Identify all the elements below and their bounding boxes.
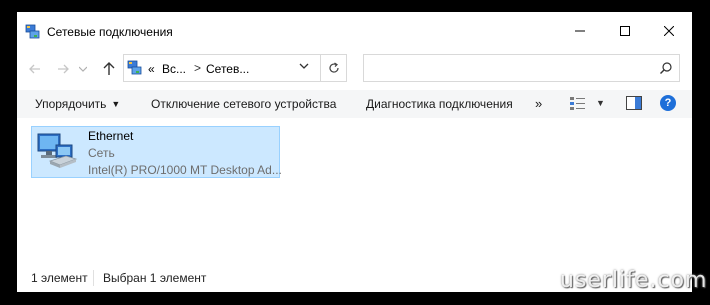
close-button[interactable] [654, 20, 684, 42]
window-title: Сетевые подключения [47, 25, 173, 39]
status-divider [93, 270, 94, 286]
recent-locations-button[interactable] [77, 59, 89, 79]
search-input[interactable] [363, 54, 680, 82]
maximize-button[interactable] [610, 20, 640, 42]
help-button[interactable]: ? [660, 95, 676, 111]
screenshot-frame: Сетевые подключения « Вс... > Сетев... У… [0, 0, 710, 305]
maximize-icon [620, 26, 630, 36]
refresh-icon [328, 62, 339, 73]
address-overflow[interactable]: « [148, 62, 155, 76]
view-options-caret-icon[interactable]: ▼ [596, 98, 605, 108]
explorer-window: Сетевые подключения « Вс... > Сетев... У… [17, 12, 692, 292]
arrow-up-icon [103, 62, 115, 75]
list-item[interactable]: Ethernet Сеть Intel(R) PRO/1000 MT Deskt… [31, 126, 282, 178]
network-connections-icon [25, 24, 40, 39]
arrow-left-icon [29, 64, 40, 74]
chevron-down-icon[interactable] [299, 62, 309, 70]
adapter-name: Intel(R) PRO/1000 MT Desktop Ad... [88, 163, 282, 177]
change-view-icon[interactable] [569, 96, 587, 112]
command-bar: Упорядочить ▼ Отключение сетевого устройс… [17, 90, 692, 118]
item-count: 1 элемент [31, 271, 88, 285]
back-button[interactable] [25, 59, 45, 79]
minimize-button[interactable] [565, 20, 595, 42]
up-button[interactable] [99, 59, 119, 79]
organize-menu-button[interactable]: Упорядочить ▼ [35, 97, 120, 111]
chevron-down-icon [79, 66, 87, 72]
breadcrumb-segment[interactable]: Сетев... [206, 62, 249, 76]
breadcrumb-segment[interactable]: Вс... [162, 62, 186, 76]
network-adapter-icon [37, 133, 78, 168]
refresh-button[interactable] [320, 55, 346, 81]
close-icon [664, 26, 674, 36]
address-bar[interactable]: « Вс... > Сетев... [123, 54, 347, 82]
organize-label: Упорядочить [35, 97, 107, 111]
connections-list: Ethernet Сеть Intel(R) PRO/1000 MT Deskt… [17, 118, 692, 266]
title-bar: Сетевые подключения [17, 12, 692, 50]
forward-button[interactable] [53, 59, 73, 79]
network-status: Сеть [88, 146, 115, 160]
breadcrumb-separator[interactable]: > [194, 61, 201, 75]
minimize-icon [575, 30, 585, 32]
disable-device-button[interactable]: Отключение сетевого устройства [151, 97, 336, 111]
connection-name: Ethernet [88, 129, 134, 143]
caret-down-icon: ▼ [111, 99, 121, 109]
selection-count: Выбран 1 элемент [103, 271, 207, 285]
more-commands-button[interactable]: » [535, 96, 542, 111]
network-connections-icon [127, 60, 142, 75]
diagnose-connection-button[interactable]: Диагностика подключения [366, 97, 513, 111]
watermark-logo: userlife.com [560, 268, 708, 293]
arrow-right-icon [58, 64, 69, 74]
preview-pane-icon[interactable] [626, 96, 642, 110]
search-icon [660, 62, 672, 74]
